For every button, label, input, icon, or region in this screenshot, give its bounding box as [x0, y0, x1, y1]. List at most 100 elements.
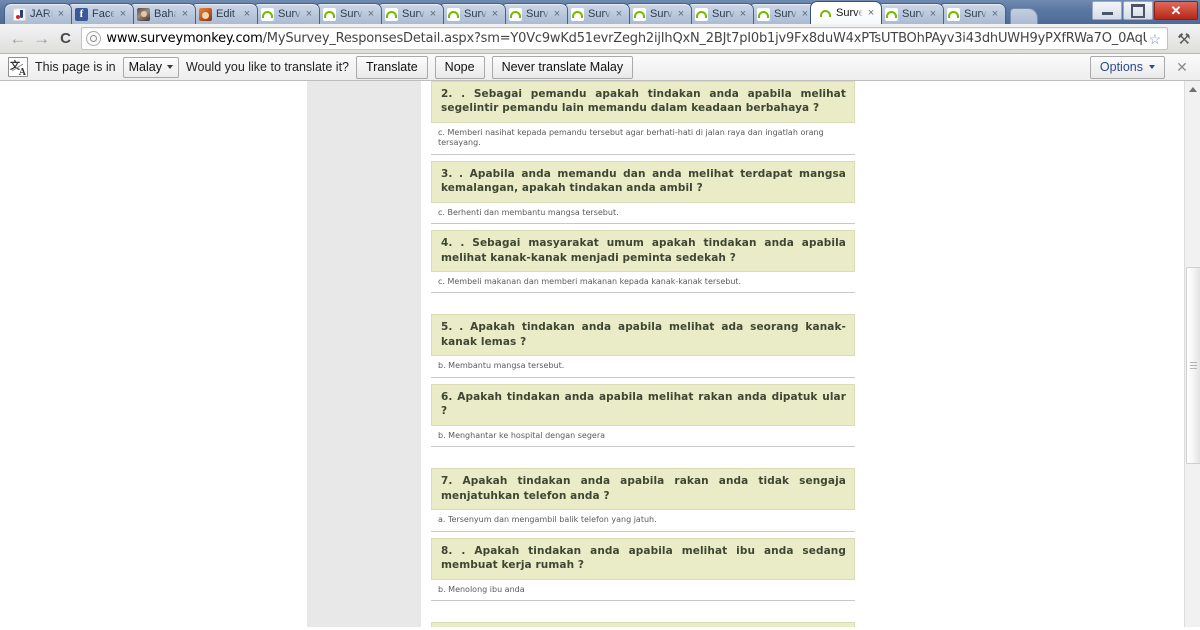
- browser-tab[interactable]: Surve×: [938, 3, 1006, 24]
- close-icon[interactable]: ×: [737, 8, 749, 20]
- close-icon[interactable]: ×: [179, 8, 191, 20]
- close-icon[interactable]: ×: [489, 8, 501, 20]
- translate-button[interactable]: Translate: [356, 55, 428, 79]
- surveymonkey-favicon: [633, 7, 646, 21]
- navigation-bar: ← → C www.surveymonkey.com/MySurvey_Resp…: [0, 24, 1200, 54]
- source-language-dropdown[interactable]: Malay: [122, 56, 179, 78]
- close-icon[interactable]: ×: [675, 8, 687, 20]
- survey-question-block: 3. . Apabila anda memandu dan anda melih…: [431, 160, 855, 225]
- browser-tab-title: Surve: [774, 8, 797, 20]
- photo-favicon: [137, 7, 150, 21]
- close-icon[interactable]: ×: [303, 8, 315, 20]
- survey-question-block: 9. Apakah tindakan yang diambil oleh and…: [431, 621, 855, 627]
- survey-question-block: 2. . Sebagai pemandu apakah tindakan and…: [431, 81, 855, 155]
- close-icon[interactable]: ×: [613, 8, 625, 20]
- browser-tab[interactable]: Surve×: [376, 3, 444, 24]
- nope-button[interactable]: Nope: [434, 55, 485, 79]
- surveymonkey-favicon: [757, 7, 770, 21]
- browser-tab[interactable]: f Facel×: [66, 3, 134, 24]
- answer-text: b. Membantu mangsa tersebut.: [431, 356, 855, 378]
- browser-tab[interactable]: Surve×: [624, 3, 692, 24]
- maximize-button[interactable]: [1123, 1, 1153, 20]
- browser-tab[interactable]: Baha ×: [128, 3, 196, 24]
- forward-button[interactable]: →: [30, 26, 54, 52]
- survey-question-block: 5. . Apakah tindakan anda apabila meliha…: [431, 314, 855, 378]
- browser-tab-title: Baha: [154, 8, 177, 20]
- surveymonkey-favicon: [947, 7, 960, 21]
- survey-response-page: 2. . Sebagai pemandu apakah tindakan and…: [0, 81, 1184, 627]
- minimize-button[interactable]: [1092, 1, 1122, 20]
- scroll-down-button[interactable]: [1185, 611, 1200, 627]
- surveymonkey-favicon: [819, 6, 832, 20]
- new-tab-button[interactable]: [1010, 8, 1038, 24]
- close-icon[interactable]: ×: [241, 8, 253, 20]
- question-text: 2. . Sebagai pemandu apakah tindakan and…: [431, 81, 855, 123]
- infobar-message-suffix: Would you like to translate it?: [185, 60, 350, 74]
- close-icon[interactable]: ×: [117, 8, 129, 20]
- browser-tab[interactable]: Surve×: [314, 3, 382, 24]
- scrollbar-thumb[interactable]: [1186, 267, 1200, 464]
- browser-tab-title: Surve: [902, 8, 925, 20]
- close-window-button[interactable]: ✕: [1154, 1, 1198, 20]
- question-text: 8. . Apakah tindakan anda apabila meliha…: [431, 537, 855, 580]
- photo-favicon: [199, 7, 212, 21]
- translate-infobar: 文 A This page is in Malay Would you like…: [0, 54, 1200, 81]
- back-button[interactable]: ←: [6, 26, 30, 52]
- translate-icon: 文 A: [8, 57, 28, 78]
- close-icon[interactable]: ×: [989, 8, 1001, 20]
- browser-tab[interactable]: Surve×: [252, 3, 320, 24]
- survey-question-block: 8. . Apakah tindakan anda apabila meliha…: [431, 537, 855, 601]
- forward-arrow-icon: →: [33, 29, 51, 48]
- browser-tab[interactable]: Edit I ×: [190, 3, 258, 24]
- browser-tab-title: Surve: [340, 8, 363, 20]
- infobar-close-button[interactable]: ✕: [1172, 59, 1192, 76]
- translate-icon-glyph-target: A: [18, 67, 26, 78]
- scroll-up-button[interactable]: [1185, 81, 1200, 97]
- surveymonkey-favicon: [885, 7, 898, 21]
- reload-button[interactable]: C: [54, 26, 78, 52]
- close-icon[interactable]: ×: [365, 8, 377, 20]
- answer-text: c. Memberi nasihat kepada pemandu terseb…: [431, 123, 855, 155]
- chevron-down-icon: [1149, 65, 1155, 69]
- page-info-icon[interactable]: [86, 31, 102, 46]
- page-viewport: 2. . Sebagai pemandu apakah tindakan and…: [0, 81, 1200, 627]
- browser-tab[interactable]: Surve×: [876, 3, 944, 24]
- chevron-up-icon: [1188, 86, 1197, 92]
- browser-tab[interactable]: Surve×: [438, 3, 506, 24]
- bookmark-star-icon[interactable]: ☆: [1147, 31, 1163, 47]
- left-side-panel: [307, 81, 421, 627]
- close-icon[interactable]: ×: [427, 8, 439, 20]
- close-icon[interactable]: ×: [927, 8, 939, 20]
- question-list: 2. . Sebagai pemandu apakah tindakan and…: [431, 81, 855, 627]
- browser-window: JARI×fFacel×Baha×Edit I×Surve×Surve×Surv…: [0, 0, 1200, 630]
- never-translate-button[interactable]: Never translate Malay: [491, 55, 634, 79]
- answer-text: b. Menolong ibu anda: [431, 580, 855, 601]
- browser-tab[interactable]: Surve×: [810, 1, 882, 24]
- chrome-menu-button[interactable]: ⚒: [1174, 26, 1194, 52]
- source-language-value: Malay: [128, 60, 162, 74]
- browser-tab-title: Surve: [712, 8, 735, 20]
- browser-tab[interactable]: Surve×: [500, 3, 568, 24]
- address-bar[interactable]: www.surveymonkey.com/MySurvey_ResponsesD…: [81, 27, 1168, 50]
- question-text: 6. Apakah tindakan anda apabila melihat …: [431, 383, 855, 426]
- jari-favicon: [13, 7, 26, 21]
- browser-tab-title: Surve: [836, 7, 863, 19]
- address-bar-url: www.surveymonkey.com/MySurvey_ResponsesD…: [106, 31, 1146, 46]
- vertical-scrollbar[interactable]: [1184, 81, 1200, 627]
- browser-tab[interactable]: Surve×: [562, 3, 630, 24]
- browser-tab[interactable]: Surve×: [686, 3, 754, 24]
- browser-tab-title: Surve: [526, 8, 549, 20]
- browser-tab-title: Edit I: [216, 8, 239, 20]
- close-icon: ✕: [1170, 3, 1182, 18]
- close-icon[interactable]: ×: [55, 8, 67, 20]
- browser-tab[interactable]: Surve×: [748, 3, 816, 24]
- answer-text: b. Menghantar ke hospital dengan segera: [431, 426, 855, 448]
- browser-tab[interactable]: JARI ×: [4, 3, 72, 24]
- question-spacer: [431, 453, 855, 468]
- close-icon[interactable]: ×: [865, 7, 877, 19]
- close-icon[interactable]: ×: [551, 8, 563, 20]
- answer-text: a. Tersenyum dan mengambil balik telefon…: [431, 510, 855, 532]
- question-text: 3. . Apabila anda memandu dan anda melih…: [431, 160, 855, 203]
- infobar-options-button[interactable]: Options: [1089, 55, 1165, 79]
- browser-tab-title: Surve: [278, 8, 301, 20]
